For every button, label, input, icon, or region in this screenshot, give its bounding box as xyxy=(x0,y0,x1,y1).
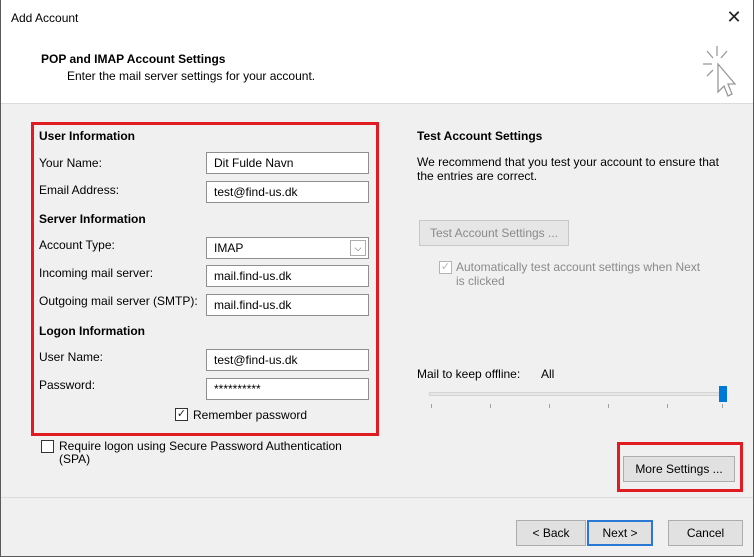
cancel-button[interactable]: Cancel xyxy=(668,520,743,546)
test-settings-heading: Test Account Settings xyxy=(417,129,543,143)
back-button[interactable]: < Back xyxy=(516,520,586,546)
remember-password-checkbox[interactable]: ✓ xyxy=(175,408,188,421)
account-type-value: IMAP xyxy=(214,241,244,255)
account-type-select[interactable]: IMAP ⌵ xyxy=(206,237,369,259)
spa-label-line1: Require logon using Secure Password Auth… xyxy=(59,439,342,453)
server-info-heading: Server Information xyxy=(39,212,146,226)
password-label: Password: xyxy=(39,378,96,392)
your-name-field[interactable]: Dit Fulde Navn xyxy=(206,152,369,174)
email-field[interactable]: test@find-us.dk xyxy=(206,181,369,203)
logon-info-heading: Logon Information xyxy=(39,324,145,338)
offline-label: Mail to keep offline: xyxy=(417,367,521,381)
slider-tick xyxy=(490,404,491,408)
wizard-header: POP and IMAP Account Settings Enter the … xyxy=(1,36,753,104)
spa-checkbox[interactable] xyxy=(41,440,54,453)
your-name-label: Your Name: xyxy=(39,156,102,170)
slider-tick xyxy=(549,404,550,408)
spa-label-line2: (SPA) xyxy=(59,452,91,466)
user-info-heading: User Information xyxy=(39,129,136,143)
slider-tick xyxy=(431,404,432,408)
account-type-label: Account Type: xyxy=(39,238,115,252)
user-name-label: User Name: xyxy=(39,350,104,364)
slider-tick xyxy=(608,404,609,408)
email-label: Email Address: xyxy=(39,183,120,197)
offline-value: All xyxy=(541,367,555,381)
test-description-line2: the entries are correct. xyxy=(417,169,538,183)
password-field[interactable]: ********** xyxy=(206,378,369,400)
outgoing-server-field[interactable]: mail.find-us.dk xyxy=(206,294,369,316)
page-subtitle: Enter the mail server settings for your … xyxy=(67,69,316,83)
chevron-down-icon[interactable]: ⌵ xyxy=(350,240,366,256)
slider-tick xyxy=(667,404,668,408)
test-description-line1: We recommend that you test your account … xyxy=(417,155,719,169)
offline-slider-thumb[interactable] xyxy=(719,386,727,402)
wizard-cursor-icon xyxy=(703,46,737,97)
page-title: POP and IMAP Account Settings xyxy=(41,52,226,66)
close-icon[interactable]: ✕ xyxy=(721,4,747,30)
outgoing-server-label: Outgoing mail server (SMTP): xyxy=(39,294,198,308)
auto-test-checkbox[interactable]: ✓ xyxy=(439,261,452,274)
add-account-dialog: Add Account ✕ POP and IMAP Account Setti… xyxy=(0,0,754,557)
auto-test-label-line2: is clicked xyxy=(456,274,505,288)
title-bar: Add Account ✕ xyxy=(1,0,753,36)
incoming-server-label: Incoming mail server: xyxy=(39,266,154,280)
offline-slider-track[interactable] xyxy=(429,392,727,396)
footer-divider xyxy=(1,497,753,498)
remember-password-label: Remember password xyxy=(193,408,308,422)
incoming-server-field[interactable]: mail.find-us.dk xyxy=(206,265,369,287)
next-button[interactable]: Next > xyxy=(587,520,653,546)
auto-test-label-line1: Automatically test account settings when… xyxy=(456,260,701,274)
slider-tick xyxy=(722,404,723,408)
user-name-field[interactable]: test@find-us.dk xyxy=(206,349,369,371)
test-account-settings-button[interactable]: Test Account Settings ... xyxy=(419,220,569,246)
more-settings-button[interactable]: More Settings ... xyxy=(623,456,735,482)
window-title: Add Account xyxy=(11,11,79,25)
